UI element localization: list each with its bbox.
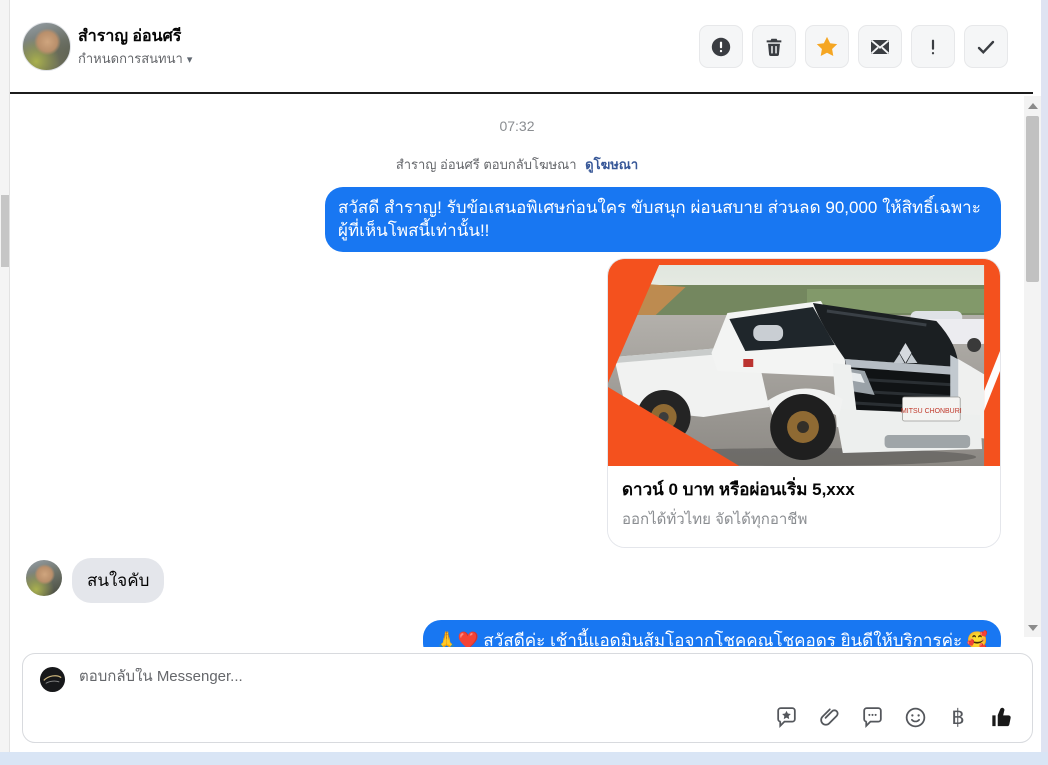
like-icon (992, 707, 1011, 726)
incoming-message-bubble: สนใจคับ (72, 558, 165, 603)
ad-card-text: ดาวน์ 0 บาท หรือผ่อนเริ่ม 5,xxx ออกได้ทั… (608, 466, 1000, 547)
left-pane-scrollbar[interactable] (0, 0, 10, 752)
composer-toolbar: ฿ (773, 704, 1014, 730)
contact-avatar[interactable] (22, 22, 71, 71)
done-check-icon (977, 40, 995, 54)
emoji-icon (905, 707, 925, 727)
saved-replies-icon (776, 706, 796, 728)
browser-horizontal-scrollbar[interactable] (0, 752, 1048, 765)
saved-replies-button[interactable] (773, 704, 799, 730)
report-button[interactable] (699, 25, 743, 68)
ad-card-image: MITSU CHONBURI (608, 259, 1000, 466)
message-list: 07:32 สำราญ อ่อนศรี ตอบกลับโฆษณา ดูโฆษณา… (10, 94, 1041, 647)
baht-icon: ฿ (951, 705, 965, 729)
contact-name: สำราญ อ่อนศรี (78, 28, 182, 45)
attachment-icon (819, 707, 838, 726)
truck-photo-illustration: MITSU CHONBURI (608, 259, 1000, 466)
ad-card-subtitle: ออกได้ทั่วไทย จัดได้ทุกอาชีพ (622, 511, 808, 528)
conversation-schedule-label: กำหนดการสนทนา (78, 51, 183, 66)
emoji-button[interactable] (902, 704, 928, 730)
chat-scrollbar[interactable] (1024, 96, 1041, 637)
ad-reply-context-text: สำราญ อ่อนศรี ตอบกลับโฆษณา (395, 157, 577, 172)
mark-done-button[interactable] (964, 25, 1008, 68)
attach-file-button[interactable] (816, 704, 842, 730)
mark-unread-button[interactable] (858, 25, 902, 68)
exclamation-icon (931, 39, 935, 54)
chevron-down-icon: ▾ (186, 54, 193, 66)
flag-followup-button[interactable] (911, 25, 955, 68)
ad-card[interactable]: MITSU CHONBURI ดาวน์ 0 บาท หรือผ่อนเริ่ม… (607, 258, 1001, 548)
star-button[interactable] (805, 25, 849, 68)
scroll-down-arrow[interactable] (1024, 620, 1041, 635)
ad-card-title: ดาวน์ 0 บาท หรือผ่อนเริ่ม 5,xxx (622, 480, 855, 499)
outgoing-message-bubble-partial: 🙏❤️ สวัสดีค่ะ เช้านี้แอดมินส้มโอจากโชคคู… (423, 620, 1001, 647)
trash-icon (766, 38, 782, 56)
star-icon (816, 36, 838, 56)
conversation-header: สำราญ อ่อนศรี กำหนดการสนทนา ▾ (10, 0, 1041, 92)
scroll-up-arrow[interactable] (1024, 98, 1041, 113)
payment-button[interactable]: ฿ (945, 704, 971, 730)
page-logo (39, 666, 66, 693)
messenger-inbox-window: สำราญ อ่อนศรี กำหนดการสนทนา ▾ 07:32 สำรา… (0, 0, 1041, 752)
license-plate-text: MITSU CHONBURI (901, 408, 962, 415)
sender-avatar[interactable] (26, 560, 62, 596)
reply-composer: ฿ (22, 653, 1033, 743)
incoming-message-row: สนใจคับ (26, 558, 165, 603)
reply-input[interactable] (79, 668, 779, 685)
report-icon (711, 37, 731, 56)
browser-vertical-scrollbar[interactable] (1041, 0, 1048, 765)
view-ad-link[interactable]: ดูโฆษณา (585, 157, 638, 172)
mark-unread-icon (870, 39, 890, 54)
outgoing-message-bubble: สวัสดี สำราญ! รับข้อเสนอพิเศษก่อนใคร ขับ… (325, 187, 1001, 252)
timestamp-divider: 07:32 (499, 118, 535, 134)
ad-reply-context: สำราญ อ่อนศรี ตอบกลับโฆษณา ดูโฆษณา (10, 154, 1024, 175)
comment-icon (862, 706, 882, 728)
header-action-bar (699, 25, 1008, 68)
delete-button[interactable] (752, 25, 796, 68)
like-button[interactable] (988, 704, 1014, 730)
open-messenger-button[interactable] (859, 704, 885, 730)
conversation-schedule-dropdown[interactable]: กำหนดการสนทนา ▾ (78, 48, 192, 69)
left-pane-scrollbar-thumb[interactable] (1, 195, 9, 267)
chat-scrollbar-thumb[interactable] (1026, 116, 1039, 282)
